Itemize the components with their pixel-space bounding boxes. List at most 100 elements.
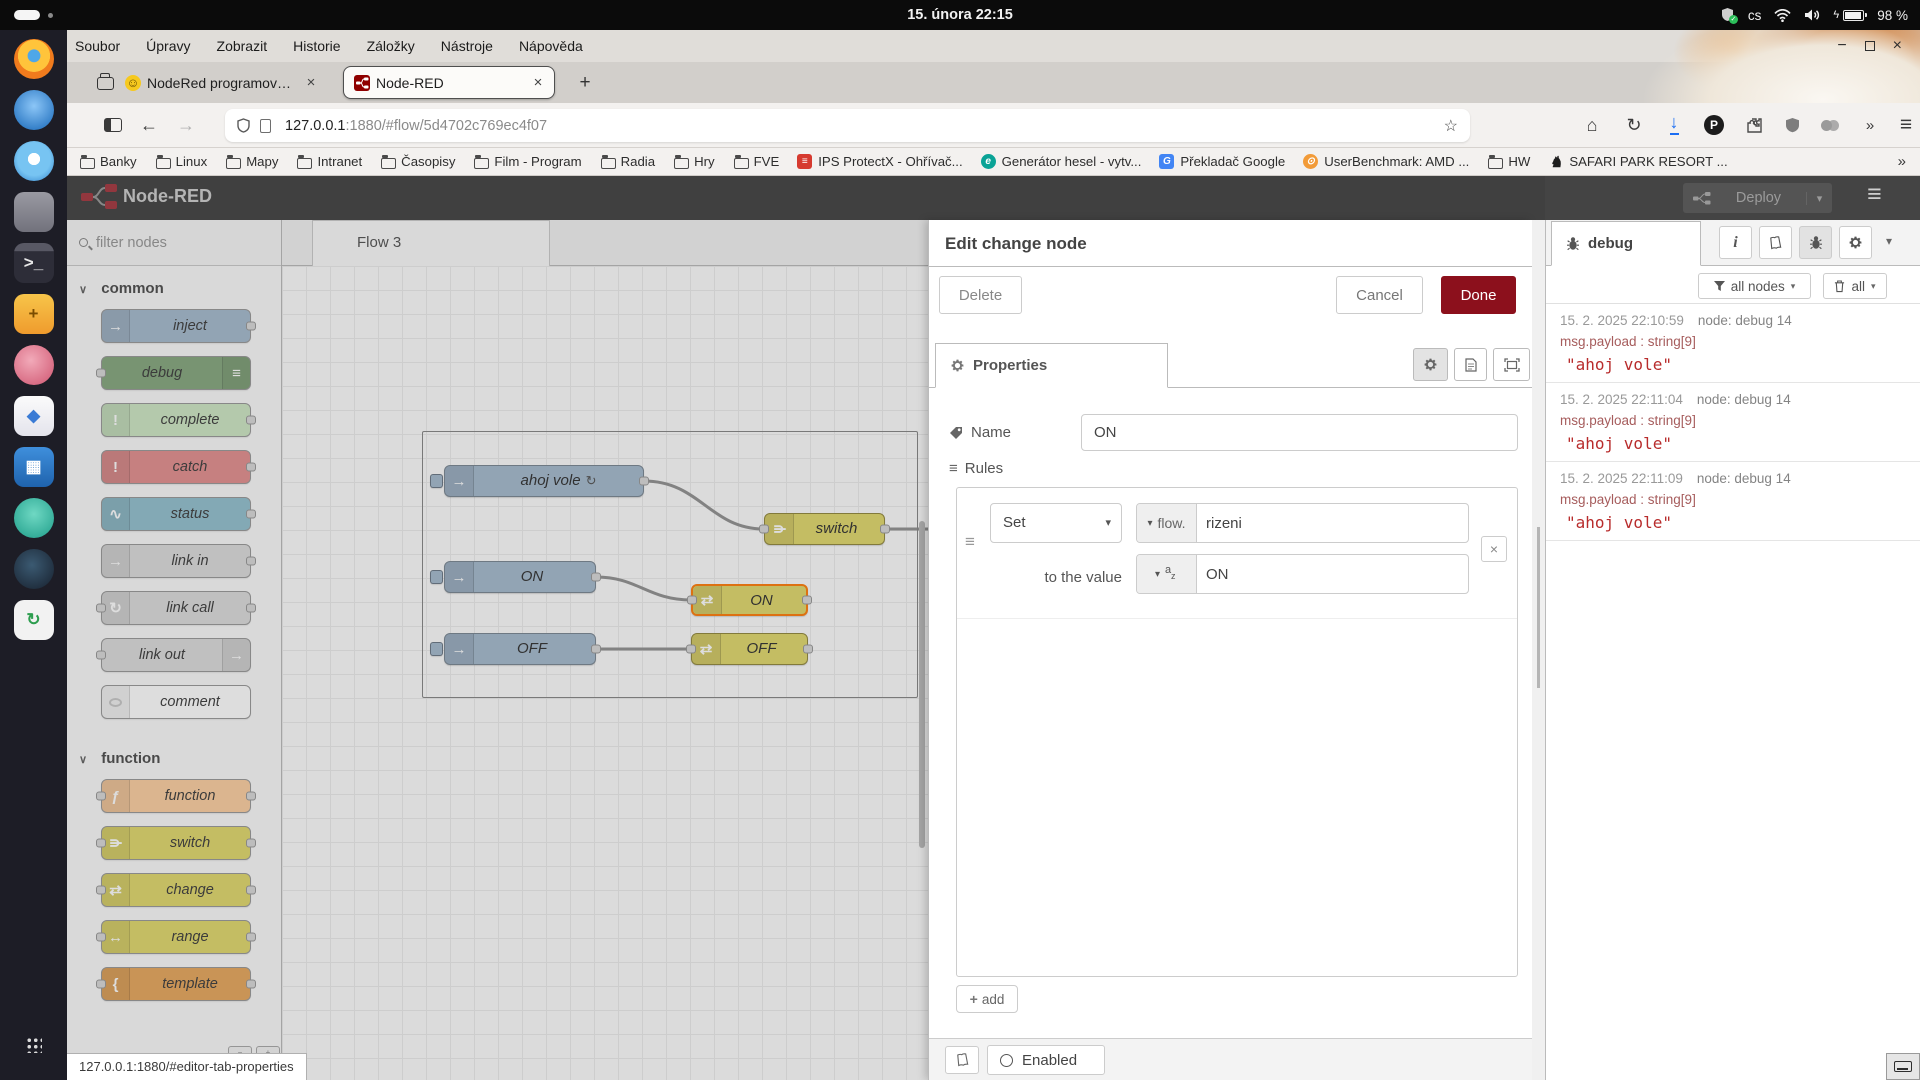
bookmark-item[interactable]: FVE bbox=[733, 154, 780, 169]
wifi-icon[interactable] bbox=[1774, 9, 1791, 22]
input-port[interactable] bbox=[96, 980, 106, 989]
menu-item[interactable]: Historie bbox=[293, 30, 340, 62]
palette-node[interactable]: ⋔ switch bbox=[101, 826, 251, 860]
debug-clear-button[interactable]: all ▾ bbox=[1823, 273, 1887, 299]
node-appearance-button[interactable] bbox=[1493, 348, 1530, 381]
input-port[interactable] bbox=[686, 645, 696, 654]
flow-node[interactable]: → ahoj vole↻ bbox=[444, 465, 644, 497]
output-port[interactable] bbox=[591, 573, 601, 582]
message-source-node[interactable]: node: debug 14 bbox=[1698, 313, 1792, 328]
new-tab-button[interactable]: + bbox=[572, 70, 598, 96]
main-menu-hamburger-icon[interactable]: ≡ bbox=[1867, 180, 1882, 209]
home-icon[interactable]: ⌂ bbox=[1578, 111, 1606, 139]
bookmark-item[interactable]: ♞ SAFARI PARK RESORT ... bbox=[1548, 154, 1727, 169]
tab-debug[interactable]: debug bbox=[1551, 221, 1701, 266]
flow-node[interactable]: ⇄ OFF bbox=[691, 633, 808, 665]
tab-close-icon[interactable]: × bbox=[303, 74, 319, 91]
dock-app-icon[interactable] bbox=[12, 139, 56, 183]
input-port[interactable] bbox=[96, 839, 106, 848]
url-bar[interactable]: 127.0.0.1:1880/#flow/5d4702c769ec4f07 ☆ bbox=[225, 109, 1470, 142]
bookmark-item[interactable]: HW bbox=[1487, 154, 1530, 169]
dock-app-icon[interactable]: >_ bbox=[12, 241, 56, 285]
dock-app-icon[interactable]: + bbox=[12, 292, 56, 336]
keyboard-layout-indicator[interactable]: cs bbox=[1748, 8, 1762, 23]
output-port[interactable] bbox=[246, 886, 256, 895]
message-property[interactable]: msg.payload : string[9] bbox=[1560, 334, 1910, 349]
menu-item[interactable]: Úpravy bbox=[146, 30, 190, 62]
typed-input-type-button[interactable]: ▾ az bbox=[1137, 555, 1197, 593]
tab-close-icon[interactable]: × bbox=[530, 74, 546, 91]
security-shield-icon[interactable]: ✓ bbox=[1721, 7, 1735, 23]
done-button[interactable]: Done bbox=[1441, 276, 1516, 314]
output-port[interactable] bbox=[880, 525, 890, 534]
input-port[interactable] bbox=[687, 596, 697, 605]
dock-app-icon[interactable]: ▦ bbox=[12, 445, 56, 489]
palette-node[interactable]: ↻ link call bbox=[101, 591, 251, 625]
cancel-button[interactable]: Cancel bbox=[1336, 276, 1423, 314]
volume-icon[interactable] bbox=[1804, 8, 1820, 22]
output-port[interactable] bbox=[246, 416, 256, 425]
typed-input-type-button[interactable]: ▾ flow. bbox=[1137, 504, 1197, 542]
name-input[interactable]: ON bbox=[1081, 414, 1518, 451]
input-port[interactable] bbox=[96, 933, 106, 942]
message-property[interactable]: msg.payload : string[9] bbox=[1560, 492, 1910, 507]
bookmark-item[interactable]: Časopisy bbox=[380, 154, 455, 169]
palette-node[interactable]: ↔ range bbox=[101, 920, 251, 954]
palette-node[interactable]: comment bbox=[101, 685, 251, 719]
deploy-options-caret[interactable]: ▾ bbox=[1806, 192, 1832, 205]
inject-button[interactable] bbox=[430, 474, 443, 488]
app-menu-hamburger-icon[interactable]: ≡ bbox=[1892, 111, 1920, 139]
menu-item[interactable]: Soubor bbox=[75, 30, 120, 62]
dock-app-icon[interactable] bbox=[12, 190, 56, 234]
delete-rule-button[interactable]: × bbox=[1481, 536, 1507, 562]
extensions-puzzle-icon[interactable] bbox=[1740, 111, 1768, 139]
deploy-button[interactable]: Deploy ▾ bbox=[1683, 183, 1832, 213]
edit-description-button[interactable] bbox=[1454, 348, 1487, 381]
output-port[interactable] bbox=[246, 980, 256, 989]
flow-node[interactable]: → OFF bbox=[444, 633, 596, 665]
message-payload[interactable]: "ahoj vole" bbox=[1560, 434, 1910, 453]
output-port[interactable] bbox=[246, 557, 256, 566]
palette-node[interactable]: ⇄ change bbox=[101, 873, 251, 907]
output-port[interactable] bbox=[246, 322, 256, 331]
sidebar-options-caret[interactable]: ▾ bbox=[1886, 234, 1892, 248]
forward-button[interactable]: → bbox=[172, 111, 200, 139]
dock-app-icon[interactable] bbox=[12, 343, 56, 387]
dock-app-icon[interactable] bbox=[12, 88, 56, 132]
output-port[interactable] bbox=[246, 933, 256, 942]
show-apps-button[interactable] bbox=[12, 1022, 56, 1066]
bookmarks-overflow-icon[interactable]: » bbox=[1898, 153, 1906, 170]
bookmark-item[interactable]: Mapy bbox=[225, 154, 278, 169]
sidebar-toggle-icon[interactable] bbox=[99, 111, 127, 139]
flow-tab[interactable]: Flow 3 bbox=[312, 220, 550, 266]
info-tab-button[interactable]: i bbox=[1719, 226, 1752, 259]
flow-node[interactable]: → ON bbox=[444, 561, 596, 593]
dock-app-icon[interactable]: ◆ bbox=[12, 394, 56, 438]
tracking-shield-icon[interactable] bbox=[237, 118, 250, 133]
input-port[interactable] bbox=[96, 651, 106, 660]
bookmark-item[interactable]: ≡ IPS ProtectX - Ohřívač... bbox=[797, 154, 962, 169]
property-value[interactable]: rizeni bbox=[1197, 504, 1468, 542]
inject-button[interactable] bbox=[430, 570, 443, 584]
output-port[interactable] bbox=[246, 463, 256, 472]
ublock-shield-icon[interactable] bbox=[1778, 111, 1806, 139]
debug-message[interactable]: 15. 2. 2025 22:10:59node: debug 14 msg.p… bbox=[1546, 304, 1920, 383]
debug-filter-button[interactable]: all nodes ▾ bbox=[1698, 273, 1811, 299]
bookmark-star-icon[interactable]: ☆ bbox=[1444, 116, 1458, 136]
minimize-button[interactable]: − bbox=[1837, 37, 1846, 55]
message-property[interactable]: msg.payload : string[9] bbox=[1560, 413, 1910, 428]
help-tab-button[interactable] bbox=[1759, 226, 1792, 259]
dock-app-icon[interactable]: ↻ bbox=[12, 598, 56, 642]
node-help-button[interactable] bbox=[945, 1046, 979, 1074]
input-method-indicator[interactable] bbox=[1886, 1053, 1920, 1080]
bookmark-item[interactable]: Hry bbox=[673, 154, 715, 169]
account-mask-icon[interactable] bbox=[1816, 111, 1844, 139]
palette-category-header[interactable]: ∨ common bbox=[67, 266, 281, 299]
tab-properties[interactable]: Properties bbox=[935, 343, 1168, 388]
palette-category-header[interactable]: ∨ function bbox=[67, 736, 281, 769]
output-port[interactable] bbox=[639, 477, 649, 486]
bookmark-item[interactable]: Linux bbox=[155, 154, 208, 169]
downloads-icon[interactable]: ↓ bbox=[1660, 111, 1688, 139]
palette-search-input[interactable]: filter nodes bbox=[67, 220, 281, 266]
palette-node[interactable]: → link out bbox=[101, 638, 251, 672]
